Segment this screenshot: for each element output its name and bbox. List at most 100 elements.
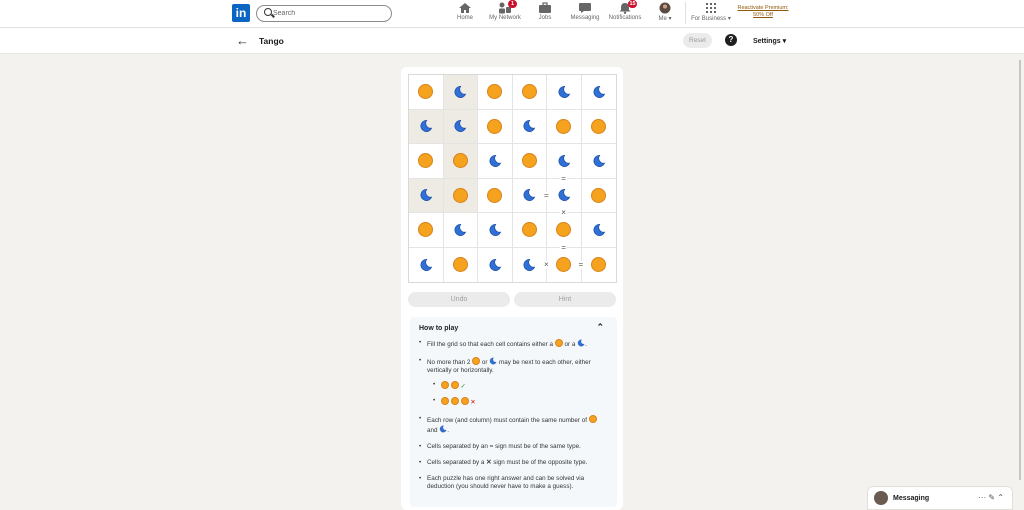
nav-me[interactable]: Me ▾ [655,2,675,26]
moon-icon [454,85,467,98]
nav-messaging[interactable]: Messaging [569,2,601,26]
sun-icon [450,397,459,405]
moon-icon [454,120,467,133]
undo-button[interactable]: Undo [408,292,510,307]
nav-home[interactable]: Home [455,2,475,26]
search-box[interactable] [256,5,392,22]
grid-cell[interactable] [443,75,478,110]
grid-cell[interactable] [512,144,547,179]
linkedin-logo[interactable]: in [232,4,250,22]
equals-sign: = [560,242,567,252]
nav-divider [685,2,686,24]
sun-icon [556,257,572,273]
moon-icon [489,223,501,236]
example-invalid: ✕ [433,397,608,407]
grid-cell[interactable] [581,75,616,110]
sun-icon [591,118,607,134]
grid-cell[interactable] [547,109,582,144]
moon-icon [577,339,585,347]
chevron-down-icon: ▾ [668,16,672,22]
grid-cell[interactable] [547,247,582,282]
grid-cell[interactable] [409,75,444,110]
moon-icon [420,189,432,202]
messaging-actions[interactable]: ··· ✎ ⌃ [978,493,1004,502]
grid-cell[interactable] [581,179,616,213]
grid-cell[interactable] [478,75,513,110]
game-header: ← Tango Reset ? Settings ▾ [0,28,1024,54]
sun-icon [441,381,449,389]
moon-icon [523,120,536,133]
nav-jobs[interactable]: Jobs [537,2,553,26]
sun-icon [556,222,572,238]
moon-icon [420,120,432,133]
grid-cell[interactable] [512,109,547,144]
grid-cell[interactable] [513,247,547,282]
moon-icon [558,189,570,202]
rule-item: Cells separated by a ✕ sign must be of t… [419,459,608,467]
grid-cell[interactable] [444,247,478,282]
grid-cell[interactable] [547,75,582,110]
moon-icon [593,154,605,167]
grid-cell[interactable] [478,178,513,213]
search-input[interactable] [273,7,385,20]
grid-cell[interactable] [443,144,478,179]
grid-cell[interactable] [581,110,616,144]
sun-icon [450,381,459,389]
sun-icon [472,357,481,365]
scrollbar[interactable] [1019,60,1021,480]
messaging-dock[interactable]: Messaging ··· ✎ ⌃ [867,486,1013,510]
moon-icon [523,189,536,202]
sun-icon [441,397,449,405]
grid-cell[interactable] [409,247,444,282]
premium-link[interactable]: Reactivate Premium: 50% Off [732,5,794,19]
chat-icon [578,2,592,14]
grid-cell[interactable] [512,213,547,248]
nav-my-network[interactable]: 1 My Network [487,0,523,26]
grid-cell[interactable] [409,144,444,179]
grid-cell[interactable] [478,247,513,282]
rule-item: Fill the grid so that each cell contains… [419,339,608,349]
moon-icon [490,357,497,365]
grid-cell[interactable] [512,178,547,213]
reset-button[interactable]: Reset [683,33,712,48]
sun-icon [521,153,537,169]
grid-cell[interactable] [409,109,444,144]
notifications-badge: 15 [628,0,637,8]
equals-sign: = [543,190,550,200]
equals-sign: = [577,259,585,269]
sun-icon [588,415,597,423]
avatar [658,2,672,14]
grid-cell[interactable] [478,109,513,144]
cross-sign: × [543,259,550,269]
moon-icon [593,223,605,236]
grid-cell[interactable] [512,75,547,110]
help-icon[interactable]: ? [725,34,737,46]
grid-cell[interactable] [409,178,444,213]
moon-icon [489,154,501,167]
grid-cell[interactable] [582,248,617,283]
settings-button[interactable]: Settings ▾ [753,37,786,45]
grid-cell[interactable] [478,213,513,248]
example-valid: ✓ [433,381,608,391]
grid-cell[interactable] [581,213,616,248]
hint-button[interactable]: Hint [514,292,616,307]
grid-icon [704,2,718,14]
grid-cell[interactable] [581,144,616,179]
grid-cell[interactable] [443,213,478,248]
grid-cell[interactable] [478,144,513,179]
moon-icon [523,258,536,271]
page-title: Tango [259,36,284,46]
chevron-up-icon[interactable]: ⌃ [596,323,604,332]
sun-icon [460,397,469,405]
nav-notifications[interactable]: 15 Notifications [607,0,643,26]
sun-icon [487,84,503,100]
grid-cell[interactable] [443,109,478,144]
rule-item: Each puzzle has one right answer and can… [419,475,608,491]
sun-icon [556,118,572,134]
nav-for-business[interactable]: For Business ▾ [690,2,732,26]
back-arrow-icon[interactable]: ← [236,33,249,48]
grid-cell[interactable] [443,178,478,213]
grid-cell[interactable] [409,213,444,248]
sun-icon [521,222,537,238]
moon-icon [440,425,447,433]
